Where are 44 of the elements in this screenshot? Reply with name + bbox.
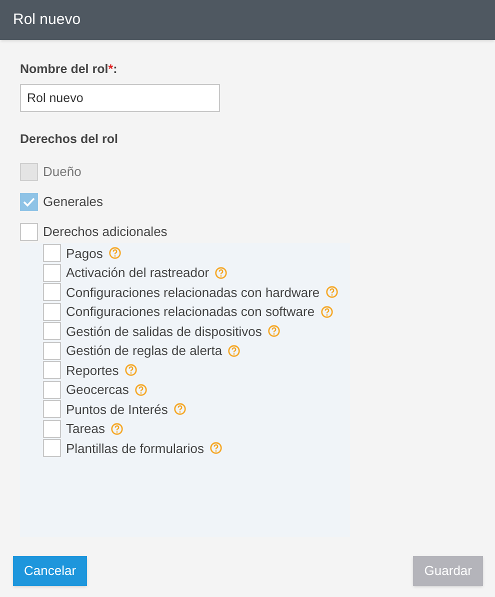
checkbox-label: Derechos adicionales: [43, 222, 168, 241]
cancel-button[interactable]: Cancelar: [13, 556, 88, 586]
help-icon[interactable]: [210, 442, 222, 454]
help-icon[interactable]: [174, 403, 186, 416]
checkbox-label: Geocercas: [66, 381, 129, 399]
help-icon[interactable]: [320, 306, 333, 318]
checkbox[interactable]: [43, 283, 61, 302]
checkbox-label: Activación del rastreador: [66, 264, 210, 282]
field-label: Nombre del rol*:: [20, 61, 118, 78]
checkbox[interactable]: [43, 420, 61, 438]
help-icon[interactable]: [134, 384, 147, 396]
checkbox[interactable]: [43, 322, 61, 340]
checkbox[interactable]: [43, 361, 61, 380]
checkbox-label: Puntos de Interés: [66, 400, 168, 418]
checkbox-label: Reportes: [66, 362, 119, 380]
help-icon[interactable]: [228, 344, 240, 357]
help-icon[interactable]: [111, 422, 124, 435]
checkbox-label: Tareas: [66, 420, 106, 438]
checkbox[interactable]: [43, 400, 61, 418]
checkbox-label: Gestión de reglas de alerta: [66, 342, 222, 360]
checkbox[interactable]: [43, 439, 61, 458]
window-title: Rol nuevo: [13, 10, 81, 30]
checkbox-label: Generales: [43, 192, 103, 211]
checkbox-label: Pagos: [66, 244, 103, 263]
checkbox-label: Gestión de salidas de dispositivos: [66, 322, 262, 341]
help-icon[interactable]: [268, 325, 280, 338]
checkbox[interactable]: [43, 244, 61, 262]
checkbox[interactable]: [43, 342, 61, 360]
help-icon[interactable]: [326, 286, 338, 298]
checkbox-label: Dueño: [43, 162, 82, 181]
help-icon[interactable]: [108, 247, 121, 260]
checkbox[interactable]: [43, 302, 61, 321]
checkbox[interactable]: [43, 380, 61, 399]
checkbox-label: Configuraciones relacionadas con hardware: [66, 284, 320, 302]
checkbox[interactable]: [20, 192, 38, 210]
checkbox-label: Plantillas de formularios: [66, 440, 204, 458]
help-icon[interactable]: [124, 364, 137, 376]
input-field[interactable]: Rol nuevo: [20, 84, 220, 112]
section-heading: Derechos del rol: [20, 130, 119, 148]
checkbox[interactable]: [20, 222, 38, 240]
checkbox[interactable]: [43, 264, 61, 282]
checkbox-label: Configuraciones relacionadas con software: [66, 303, 315, 321]
check-icon: [23, 196, 35, 206]
help-icon[interactable]: [215, 266, 228, 279]
